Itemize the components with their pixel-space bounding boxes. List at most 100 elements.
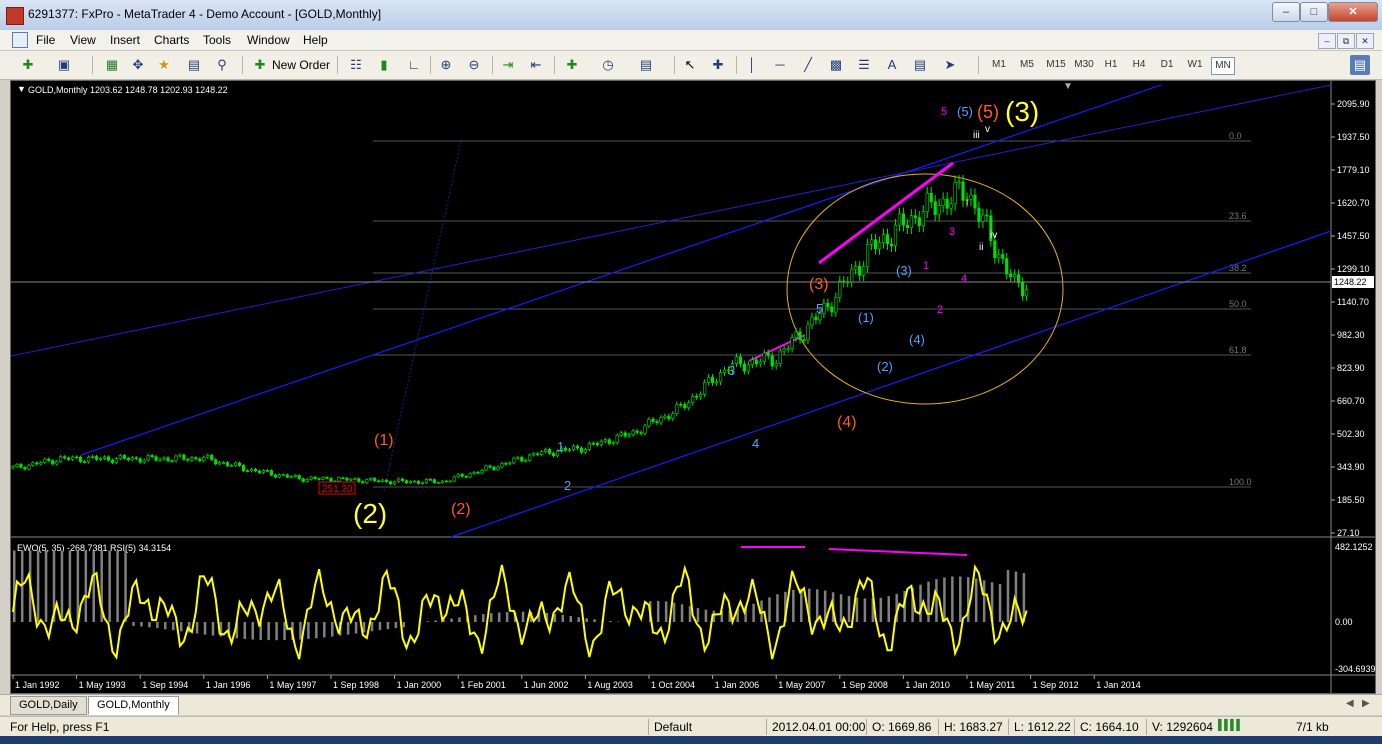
timeframe-m15[interactable]: M15: [1042, 57, 1070, 73]
wave-magenta-4[interactable]: 4: [961, 273, 967, 285]
timeframe-w1[interactable]: W1: [1184, 57, 1206, 73]
wave-orange-5[interactable]: (5): [977, 102, 999, 122]
timeframe-h4[interactable]: H4: [1128, 57, 1150, 73]
new-chart-icon[interactable]: ✚: [18, 55, 38, 75]
wave-blue-paren-2[interactable]: (2): [877, 359, 893, 374]
wave-white-iii[interactable]: iii: [973, 130, 980, 141]
wave-orange-2[interactable]: (2): [451, 501, 471, 518]
new-order-button[interactable]: New Order: [272, 55, 330, 75]
menu-view[interactable]: View: [70, 33, 96, 47]
wave-orange-4[interactable]: (4): [837, 414, 857, 431]
rsi-line[interactable]: [12, 563, 1028, 660]
wave-blue-5[interactable]: 5: [816, 301, 823, 316]
text-tool-icon[interactable]: A: [882, 55, 902, 75]
tab-gold-daily[interactable]: GOLD,Daily: [10, 696, 87, 715]
wave-white-iv[interactable]: iv: [990, 230, 997, 241]
connection-bars-icon[interactable]: ▌▌▌▌: [1218, 720, 1243, 731]
wave-white-v[interactable]: v: [985, 124, 990, 135]
crosshair-icon[interactable]: ✚: [708, 55, 728, 75]
trendline-icon[interactable]: ╱: [798, 55, 818, 75]
equidistant-channel-icon[interactable]: ▩: [826, 55, 846, 75]
tab-scroll-left-icon[interactable]: ◀: [1346, 698, 1354, 709]
chart-window[interactable]: ▼ GOLD,Monthly 1203.62 1248.78 1202.93 1…: [10, 80, 1376, 694]
chart-shift-icon[interactable]: ⇤: [526, 55, 546, 75]
text-label-icon[interactable]: ▤: [910, 55, 930, 75]
strategy-tester-icon[interactable]: ⚲: [212, 55, 232, 75]
wave-blue-3[interactable]: 3: [728, 363, 735, 378]
menu-tools[interactable]: Tools: [203, 33, 231, 47]
wave-blue-4[interactable]: 4: [752, 436, 759, 451]
new-order-icon[interactable]: ✚: [250, 55, 270, 75]
maximize-button[interactable]: □: [1300, 2, 1328, 22]
fibonacci-icon[interactable]: ☰: [854, 55, 874, 75]
chart-canvas[interactable]: ▼ GOLD,Monthly 1203.62 1248.78 1202.93 1…: [11, 81, 1375, 693]
bar-chart-icon[interactable]: ☷: [346, 55, 366, 75]
timeframe-h1[interactable]: H1: [1100, 57, 1122, 73]
wave-blue-paren-4[interactable]: (4): [909, 332, 925, 347]
autoscroll-icon[interactable]: ⇥: [498, 55, 518, 75]
wave-magenta-5[interactable]: 5: [941, 106, 947, 118]
time-tick-label: 1 May 2007: [778, 680, 825, 690]
templates-icon[interactable]: ▤: [636, 55, 656, 75]
wave-magenta-1[interactable]: 1: [923, 260, 929, 272]
navigator-icon[interactable]: ✥: [128, 55, 148, 75]
timeframe-d1[interactable]: D1: [1156, 57, 1178, 73]
wave-white-ii[interactable]: ii: [979, 242, 983, 253]
wave-blue-1[interactable]: 1: [557, 439, 564, 454]
tab-gold-monthly[interactable]: GOLD,Monthly: [88, 696, 179, 715]
menu-insert[interactable]: Insert: [110, 33, 140, 47]
divergence-line-1[interactable]: [818, 161, 954, 265]
wave-yellow-3[interactable]: (3): [1005, 96, 1039, 127]
cursor-icon[interactable]: ↖: [680, 55, 700, 75]
arrows-icon[interactable]: ➤: [940, 55, 960, 75]
wave-yellow-2[interactable]: (2): [353, 498, 387, 529]
timeframe-m30[interactable]: M30: [1070, 57, 1098, 73]
mdi-close-button[interactable]: ✕: [1356, 33, 1374, 49]
document-icon[interactable]: [12, 32, 28, 48]
menu-help[interactable]: Help: [303, 33, 328, 47]
tab-scroll-right-icon[interactable]: ▶: [1362, 698, 1370, 709]
indicator-divergence-2[interactable]: [828, 548, 968, 556]
wave-magenta-2[interactable]: 2: [937, 304, 943, 316]
vertical-line-icon[interactable]: │: [742, 55, 762, 75]
wave-blue-2[interactable]: 2: [564, 478, 571, 493]
menu-charts[interactable]: Charts: [154, 33, 189, 47]
timeframe-m5[interactable]: M5: [1016, 57, 1038, 73]
periods-icon[interactable]: ◷: [598, 55, 618, 75]
line-chart-icon[interactable]: ∟: [404, 55, 424, 75]
wave-orange-3[interactable]: (3): [809, 276, 829, 293]
status-profile[interactable]: Default: [654, 720, 692, 734]
wave-blue-paren-3[interactable]: (3): [896, 263, 912, 278]
timeframe-mn[interactable]: MN: [1211, 57, 1235, 75]
candle-body: [234, 462, 238, 466]
timeframe-m1[interactable]: M1: [988, 57, 1010, 73]
chat-icon[interactable]: ▤: [1350, 55, 1370, 75]
wave-blue-paren-1[interactable]: (1): [858, 310, 874, 325]
market-watch-icon[interactable]: ▦: [102, 55, 122, 75]
favorites-icon[interactable]: ★: [154, 55, 174, 75]
chart-header-arrow[interactable]: ▼: [17, 84, 26, 94]
zoom-out-icon[interactable]: ⊖: [464, 55, 484, 75]
channel-lower-line[interactable]: [450, 230, 1332, 538]
candle-body: [1001, 254, 1005, 259]
zoom-in-icon[interactable]: ⊕: [436, 55, 456, 75]
candlestick-chart-icon[interactable]: ▮: [374, 55, 394, 75]
wave-magenta-3[interactable]: 3: [949, 226, 955, 238]
mdi-restore-button[interactable]: ⧉: [1337, 33, 1355, 49]
dotted-trendline[interactable]: [383, 140, 462, 492]
fibonacci-retracement[interactable]: 0.0 23.6 38.2 50.0 61.8 100.0: [373, 131, 1252, 488]
menu-file[interactable]: File: [36, 33, 55, 47]
close-button[interactable]: ✕: [1328, 2, 1378, 22]
wave-blue-paren-5[interactable]: (5): [957, 104, 973, 119]
horizontal-line-icon[interactable]: ─: [770, 55, 790, 75]
shift-marker-icon[interactable]: ▼: [1063, 81, 1073, 92]
menu-window[interactable]: Window: [247, 33, 290, 47]
terminal-icon[interactable]: ▤: [184, 55, 204, 75]
wave-orange-1[interactable]: (1): [374, 432, 394, 449]
profiles-icon[interactable]: ▣: [54, 55, 74, 75]
mdi-minimize-button[interactable]: –: [1318, 33, 1336, 49]
wave-white-i[interactable]: i: [966, 197, 968, 208]
divergence-line-2[interactable]: [748, 334, 806, 362]
minimize-button[interactable]: –: [1272, 2, 1300, 22]
indicators-icon[interactable]: ✚: [562, 55, 582, 75]
